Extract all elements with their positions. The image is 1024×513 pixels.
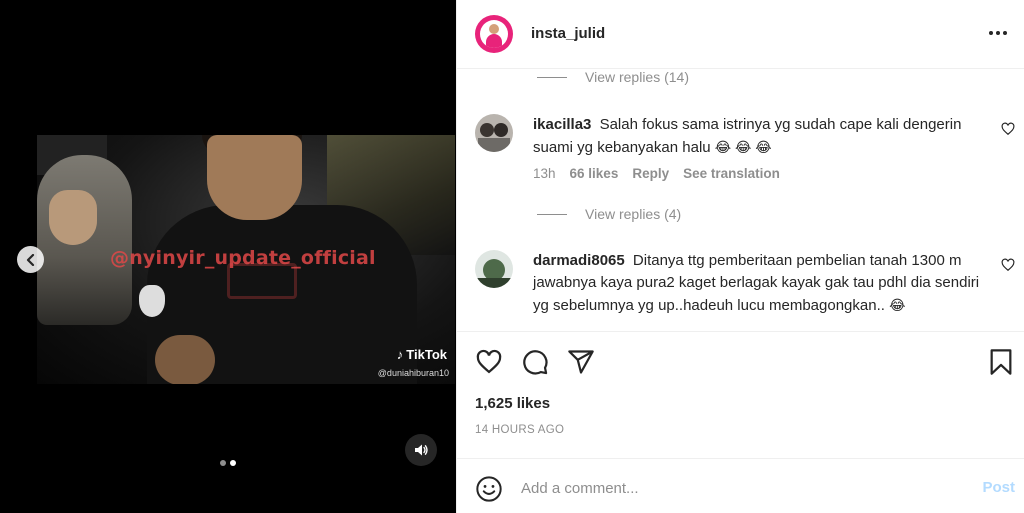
avatar-photo <box>475 114 513 152</box>
previous-media-button[interactable] <box>17 246 44 273</box>
comment-likes[interactable]: 66 likes <box>570 166 619 181</box>
avatar-photo <box>475 250 513 288</box>
comment-input[interactable] <box>521 477 961 499</box>
like-button[interactable] <box>475 348 503 381</box>
reply-button[interactable]: Reply <box>632 166 669 181</box>
post-actions <box>457 331 1024 391</box>
more-icon <box>989 31 993 35</box>
comment-emoji: 😂 <box>889 297 906 313</box>
emoji-picker-button[interactable] <box>475 475 503 508</box>
share-icon <box>568 350 594 374</box>
commenter-avatar[interactable] <box>475 250 513 288</box>
post-side-panel: insta_julid View replies (14) ikacilla3 … <box>456 0 1024 513</box>
see-translation-button[interactable]: See translation <box>683 166 780 181</box>
view-replies-button[interactable]: View replies (4) <box>537 206 681 222</box>
comment-meta: 13h 66 likes Reply See translation <box>533 166 794 181</box>
post-timestamp[interactable]: 14 HOURS AGO <box>475 424 564 436</box>
like-comment-button[interactable] <box>1001 258 1015 277</box>
post-media: @nyinyir_update_official ♪ TikTok @dunia… <box>0 0 456 513</box>
replies-divider <box>537 76 567 78</box>
commenter-username[interactable]: darmadi8065 <box>533 252 625 269</box>
microphone <box>139 285 165 317</box>
comment-text-block: ikacilla3 Salah fokus sama istrinya yg s… <box>533 114 993 159</box>
account-avatar[interactable] <box>475 15 513 53</box>
hand <box>155 335 215 384</box>
commenter-avatar[interactable] <box>475 114 513 152</box>
video-frame[interactable]: @nyinyir_update_official ♪ TikTok @dunia… <box>37 135 455 384</box>
tiktok-label: TikTok <box>406 347 447 362</box>
tiktok-icon: ♪ <box>396 347 404 362</box>
chevron-left-icon <box>26 253 34 266</box>
emoji-icon <box>476 476 502 502</box>
comment-age: 13h <box>533 166 556 181</box>
tiktok-logo: ♪ TikTok <box>397 347 447 362</box>
post-header: insta_julid <box>457 0 1024 69</box>
sound-icon <box>415 444 428 456</box>
view-replies-label: View replies (14) <box>585 69 690 85</box>
mute-toggle-button[interactable] <box>405 434 437 466</box>
comments-list[interactable]: View replies (14) ikacilla3 Salah fokus … <box>457 69 1024 331</box>
bookmark-icon <box>990 349 1012 375</box>
like-comment-button[interactable] <box>1001 122 1015 141</box>
carousel-dot-active <box>230 460 236 466</box>
comment-text-block: darmadi8065 Ditanya ttg pemberitaan pemb… <box>533 250 993 317</box>
account-username[interactable]: insta_julid <box>531 25 605 42</box>
replies-divider <box>537 213 567 215</box>
heart-icon <box>1001 258 1015 272</box>
comment-icon <box>523 350 548 375</box>
heart-icon <box>476 349 502 374</box>
comment-emoji: 😂 😂 😂 <box>714 139 772 155</box>
more-options-button[interactable] <box>989 31 1007 35</box>
tiktok-handle: @duniahiburan10 <box>377 368 449 378</box>
save-button[interactable] <box>988 348 1014 381</box>
view-replies-button[interactable]: View replies (14) <box>537 69 689 85</box>
more-icon-dot <box>1003 31 1007 35</box>
likes-count[interactable]: 1,625 likes <box>475 395 550 412</box>
woman-face <box>49 190 97 245</box>
view-replies-label: View replies (4) <box>585 206 682 222</box>
heart-icon <box>1001 122 1015 136</box>
avatar-image <box>480 20 508 48</box>
carousel-dot <box>220 460 226 466</box>
post-comment-button[interactable]: Post <box>982 479 1015 496</box>
video-watermark: @nyinyir_update_official <box>110 247 376 269</box>
man-head <box>207 135 302 220</box>
comment-composer: Post <box>457 458 1024 513</box>
share-button[interactable] <box>567 348 595 381</box>
carousel-indicator <box>220 460 236 466</box>
more-icon-dot <box>996 31 1000 35</box>
comment-button[interactable] <box>521 348 549 381</box>
commenter-username[interactable]: ikacilla3 <box>533 116 591 133</box>
